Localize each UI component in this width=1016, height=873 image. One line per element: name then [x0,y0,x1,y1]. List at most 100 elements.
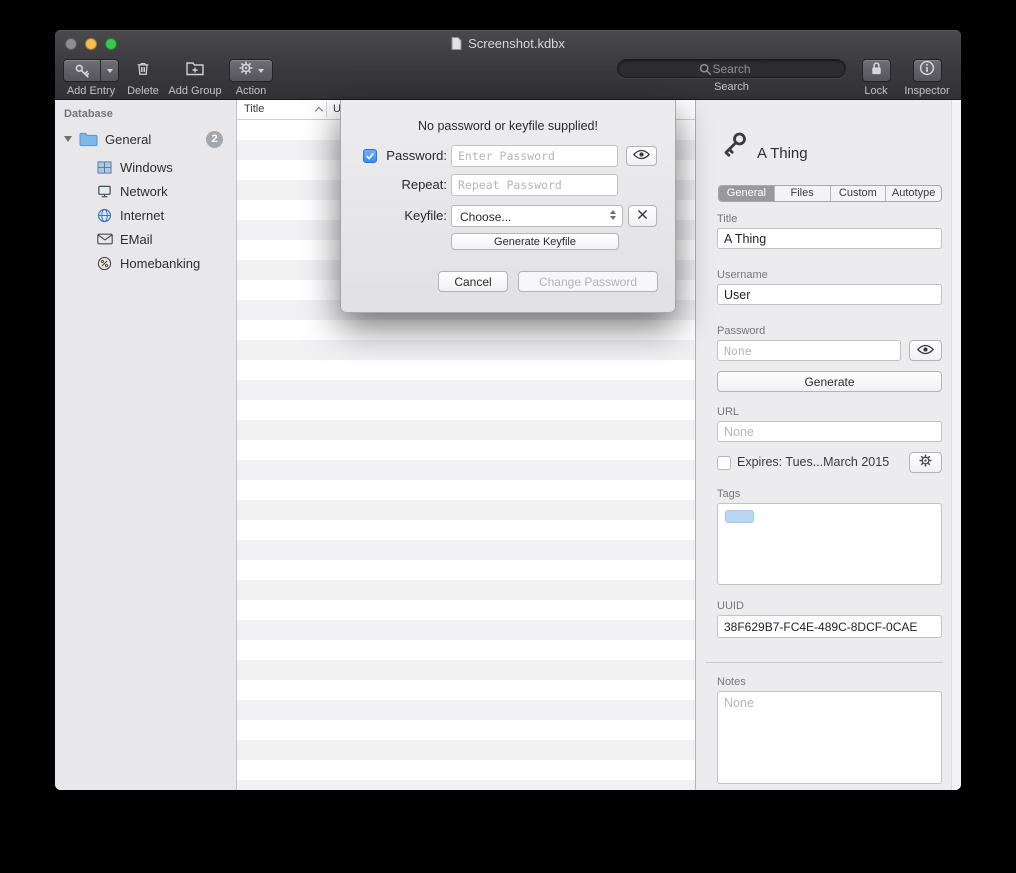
add-group-label: Add Group [168,85,221,97]
add-entry-button[interactable] [63,59,119,82]
password-label: Password: [371,148,447,163]
uuid-label: UUID [717,600,744,612]
change-password-button[interactable]: Change Password [518,271,658,292]
title-field[interactable] [717,228,942,249]
expires-checkbox[interactable] [717,456,731,470]
trash-icon [134,59,152,82]
sidebar-item-email[interactable]: EMail [55,227,236,251]
entry-title: A Thing [757,145,808,162]
username-field[interactable] [717,284,942,305]
windows-icon [96,160,113,175]
password-field-label: Password [717,325,765,337]
gear-icon [238,60,254,81]
sidebar-item-label: Windows [120,160,173,175]
password-field[interactable] [717,340,901,361]
generate-password-button[interactable]: Generate [717,371,942,392]
folder-plus-icon [185,59,205,82]
inspector-tabs: General Files Custom Autotype [718,185,942,202]
delete-button[interactable] [129,59,157,82]
generate-keyfile-label: Generate Keyfile [494,236,576,248]
expires-settings-button[interactable] [909,452,942,473]
entry-key-icon [721,130,749,165]
toolbar-inspector: Inspector [898,59,956,97]
sheet-message: No password or keyfile supplied! [341,119,675,133]
search-field[interactable] [617,59,846,78]
toolbar-delete: Delete [123,59,163,97]
search-label: Search [714,81,749,93]
change-password-label: Change Password [539,275,637,289]
password-input[interactable] [451,145,618,167]
lock-label: Lock [864,85,887,97]
search-input[interactable] [618,60,845,77]
inspector-scrollbar[interactable] [951,100,961,790]
sidebar-group-general[interactable]: General 2 [55,127,236,151]
add-entry-dropdown-arrow[interactable] [101,60,118,81]
inspector-divider [706,662,943,663]
repeat-password-input[interactable] [451,174,618,196]
envelope-icon [96,233,113,245]
screen: Screenshot.kdbx Add Entry [0,0,1016,873]
inspector-label: Inspector [904,85,949,97]
keyfile-popup-value: Choose... [460,210,511,224]
tab-custom[interactable]: Custom [830,186,886,201]
toolbar-action: Action [227,59,275,97]
url-field[interactable] [717,421,942,442]
add-entry-label: Add Entry [67,85,115,97]
reveal-password-button[interactable] [626,146,657,166]
window-chrome: Screenshot.kdbx Add Entry [55,30,961,100]
notes-field[interactable] [717,691,942,784]
title-field-label: Title [717,213,737,225]
toolbar-add-group: Add Group [165,59,225,97]
toolbar-lock: Lock [858,59,894,97]
gear-icon [918,453,933,473]
app-window: Screenshot.kdbx Add Entry [55,30,961,790]
column-divider[interactable] [326,102,327,117]
sidebar-item-network[interactable]: Network [55,179,236,203]
column-header-title[interactable]: Title [244,103,264,115]
sidebar-section-header: Database [64,108,113,120]
tags-box[interactable] [717,503,942,585]
percent-coin-icon [96,256,113,271]
sidebar-item-internet[interactable]: Internet [55,203,236,227]
tab-general[interactable]: General [719,186,774,201]
keyfile-label: Keyfile: [371,208,447,223]
disclosure-triangle-icon[interactable] [64,136,72,142]
generate-button-label: Generate [804,375,854,389]
lock-button[interactable] [862,59,891,82]
toolbar-search: Search [617,59,846,93]
inspector-button[interactable] [913,59,942,82]
notes-label: Notes [717,676,746,688]
document-proxy-icon [451,37,462,50]
add-group-button[interactable] [180,59,210,82]
sidebar-group-label: General [105,132,151,147]
eye-icon [917,342,934,360]
toolbar-add-entry: Add Entry [60,59,122,97]
sidebar-item-label: Internet [120,208,164,223]
tag-token[interactable] [725,510,754,523]
reveal-password-button[interactable] [909,340,942,361]
sidebar-item-label: EMail [120,232,153,247]
info-icon [919,60,935,81]
tab-files[interactable]: Files [774,186,830,201]
generate-keyfile-button[interactable]: Generate Keyfile [451,233,619,250]
clear-keyfile-button[interactable] [628,205,657,227]
tab-autotype[interactable]: Autotype [885,186,941,201]
eye-icon [633,147,650,165]
globe-icon [96,208,113,223]
tags-label: Tags [717,488,740,500]
expires-label: Expires: Tues...March 2015 [737,455,889,469]
sidebar-item-homebanking[interactable]: Homebanking [55,251,236,275]
window-title: Screenshot.kdbx [468,36,565,51]
sidebar-item-label: Homebanking [120,256,200,271]
uuid-field[interactable] [717,615,942,638]
action-button[interactable] [229,59,273,82]
repeat-label: Repeat: [371,177,447,192]
cancel-button[interactable]: Cancel [438,271,508,292]
keyfile-popup[interactable]: Choose... [451,205,623,227]
sidebar-item-windows[interactable]: Windows [55,155,236,179]
sort-ascending-icon [315,107,323,115]
folder-icon [79,132,98,147]
inspector-panel: A Thing General Files Custom Autotype Ti… [695,100,961,790]
close-icon [637,207,648,225]
action-label: Action [236,85,267,97]
